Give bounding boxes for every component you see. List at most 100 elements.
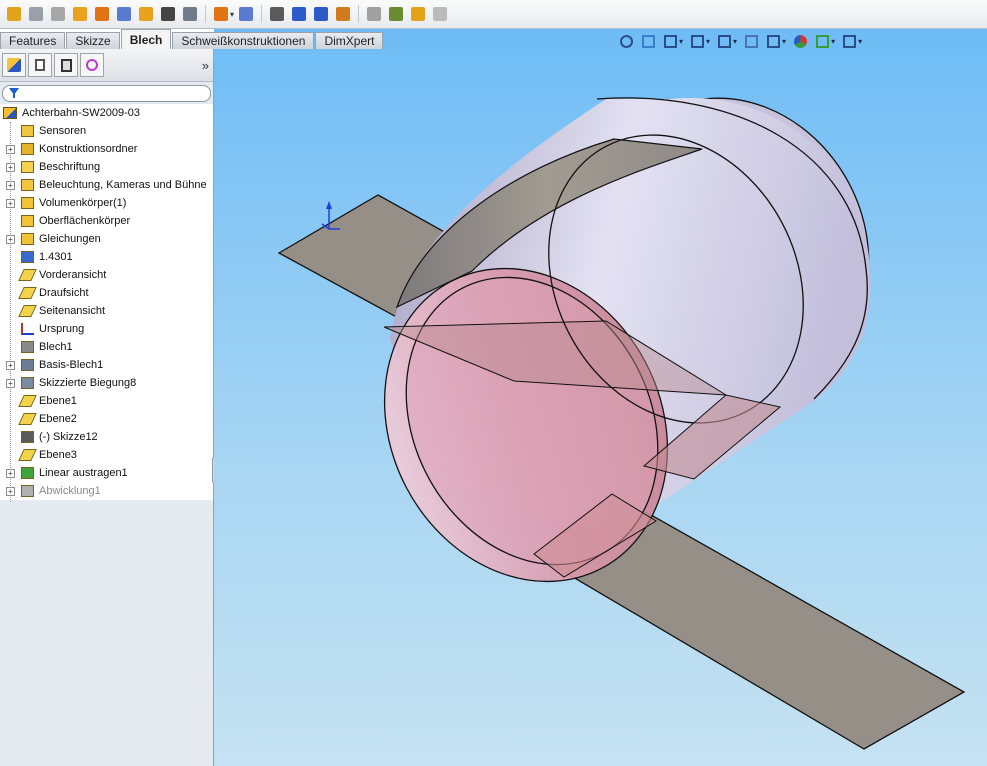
vent-button[interactable] (430, 4, 450, 24)
sheet-metal-icon (19, 340, 35, 355)
tree-item[interactable]: (-) Skizze12 (0, 428, 213, 446)
tab-blech[interactable]: Blech (120, 29, 172, 49)
origin-icon (19, 322, 35, 337)
command-manager-tabs: Features Skizze Blech Schweißkonstruktio… (0, 29, 384, 49)
tree-item-label: Draufsicht (39, 287, 89, 299)
tree-item[interactable]: Blech1 (0, 338, 213, 356)
sensor-icon (19, 124, 35, 139)
cross-break-button[interactable] (180, 4, 200, 24)
tree-item-label: Beschriftung (39, 161, 101, 173)
tab-features[interactable]: Features (0, 32, 66, 49)
panel-tab-bar: » (0, 49, 213, 82)
sketched-bend-icon (19, 376, 35, 391)
tree-item-label: Sensoren (39, 125, 87, 137)
unfold-icon (292, 7, 307, 21)
tree-item[interactable]: Vorderansicht (0, 266, 213, 284)
convert-to-sheet-metal-icon (29, 7, 43, 21)
jog-icon (161, 7, 175, 21)
tree-item[interactable]: + Volumenkörper(1) (0, 194, 213, 212)
forming-tool-button[interactable] (267, 4, 287, 24)
lofted-bend-icon (51, 7, 65, 21)
tab-dimxpert[interactable]: DimXpert (315, 32, 384, 49)
dimxpert-manager-tab[interactable] (80, 53, 104, 77)
tree-item-label: 1.4301 (39, 251, 73, 263)
expand-toggle[interactable]: + (6, 162, 15, 172)
tree-item[interactable]: + Abwicklung1 (0, 482, 213, 500)
tree-item-label: Ebene3 (39, 449, 77, 461)
tree-item[interactable]: + Gleichungen (0, 230, 213, 248)
expand-toggle[interactable]: + (6, 198, 15, 208)
tree-root-part[interactable]: Achterbahn-SW2009-03 (0, 104, 213, 122)
plane-icon (17, 394, 37, 409)
expand-toggle[interactable]: + (6, 360, 15, 370)
tree-item[interactable]: + Beschriftung (0, 158, 213, 176)
feature-tree: Achterbahn-SW2009-03 Sensoren + Konstrukti… (0, 104, 213, 502)
tree-item[interactable]: Ebene3 (0, 446, 213, 464)
flatten-button[interactable] (333, 4, 353, 24)
tree-item[interactable]: Seitenansicht (0, 302, 213, 320)
tree-item[interactable]: Draufsicht (0, 284, 213, 302)
sketched-bend-icon (139, 7, 153, 21)
lofted-bend-button[interactable] (48, 4, 68, 24)
toolbar-separator (205, 5, 206, 23)
expand-toggle[interactable]: + (6, 468, 15, 478)
annotations-icon (19, 160, 35, 175)
tree-item[interactable]: Ebene2 (0, 410, 213, 428)
tree-item[interactable]: Ebene1 (0, 392, 213, 410)
tree-item[interactable]: 1.4301 (0, 248, 213, 266)
tree-item[interactable]: + Konstruktionsordner (0, 140, 213, 158)
expand-toggle[interactable]: + (6, 144, 15, 154)
tree-item-label: Ebene2 (39, 413, 77, 425)
tree-item[interactable]: + Beleuchtung, Kameras und Bühne (0, 176, 213, 194)
tree-item[interactable]: + Skizzierte Biegung8 (0, 374, 213, 392)
no-bends-button[interactable] (364, 4, 384, 24)
tree-item-label: Beleuchtung, Kameras und Bühne (39, 179, 207, 191)
tree-item-label: Oberflächenkörper (39, 215, 131, 227)
expand-toggle[interactable]: + (6, 234, 15, 244)
rip-button[interactable] (386, 4, 406, 24)
tab-skizze[interactable]: Skizze (66, 32, 120, 49)
unfold-button[interactable] (289, 4, 309, 24)
tree-item[interactable]: Ursprung (0, 320, 213, 338)
tree-item-label: (-) Skizze12 (39, 431, 98, 443)
configuration-manager-tab[interactable] (54, 53, 78, 77)
tree-filter-input[interactable] (2, 85, 211, 102)
fold-button[interactable] (311, 4, 331, 24)
sheet-metal-base-button[interactable] (4, 4, 24, 24)
sketched-bend-button[interactable] (136, 4, 156, 24)
property-manager-tab[interactable] (28, 53, 52, 77)
expand-toggle[interactable]: + (6, 180, 15, 190)
tree-item[interactable]: + Basis-Blech1 (0, 356, 213, 374)
feature-manager-tab[interactable] (2, 53, 26, 77)
tree-item[interactable]: + Linear austragen1 (0, 464, 213, 482)
expand-toggle[interactable]: + (6, 378, 15, 388)
expand-toggle[interactable]: + (6, 486, 15, 496)
insert-bends-button[interactable] (408, 4, 428, 24)
closed-corner-icon (239, 7, 254, 21)
forming-tool-icon (270, 7, 285, 21)
base-flange-icon (19, 358, 35, 373)
hem-button[interactable] (114, 4, 134, 24)
property-manager-icon (35, 59, 45, 71)
more-tabs-button[interactable]: » (202, 58, 209, 73)
surface-bodies-icon (19, 214, 35, 229)
corner-dropdown-icon[interactable]: ▾ (230, 10, 234, 19)
corner-button[interactable] (211, 4, 231, 24)
tree-item[interactable]: Oberflächenkörper (0, 212, 213, 230)
feature-manager-panel: » Achterbahn-SW2009-03 Sensoren + Konstruk… (0, 49, 219, 766)
tab-schweisskonstruktionen[interactable]: Schweißkonstruktionen (172, 32, 315, 49)
dimxpert-icon (86, 59, 98, 71)
tree-item-label: Blech1 (39, 341, 73, 353)
graphics-area[interactable]: ▾ ▾ ▾ ▾ ▾ ▾ (214, 29, 987, 766)
edge-flange-button[interactable] (70, 4, 90, 24)
jog-button[interactable] (158, 4, 178, 24)
closed-corner-button[interactable] (236, 4, 256, 24)
plane-icon (17, 412, 37, 427)
miter-flange-button[interactable] (92, 4, 112, 24)
tree-item[interactable]: Sensoren (0, 122, 213, 140)
convert-to-sheet-metal-button[interactable] (26, 4, 46, 24)
